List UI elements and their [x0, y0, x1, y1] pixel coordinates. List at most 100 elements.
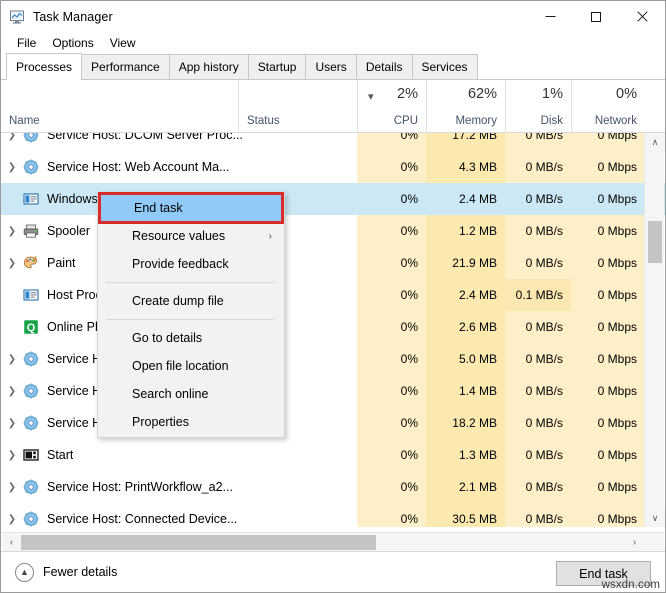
gear-icon	[23, 415, 39, 431]
palette-icon	[23, 255, 39, 271]
context-menu-item-go-to-details[interactable]: Go to details	[98, 324, 284, 352]
cell-memory: 2.4 MB	[426, 183, 505, 215]
context-menu-item-label: End task	[134, 201, 183, 215]
cell-cpu: 0%	[357, 503, 426, 527]
context-menu-item-provide-feedback[interactable]: Provide feedback	[98, 250, 284, 278]
vertical-scroll-thumb[interactable]	[648, 221, 662, 263]
tab-performance[interactable]: Performance	[81, 54, 170, 79]
cell-memory: 30.5 MB	[426, 503, 505, 527]
close-button[interactable]	[619, 1, 665, 32]
gear-icon	[23, 511, 39, 527]
menu-options[interactable]: Options	[44, 34, 101, 52]
gear-icon	[23, 159, 39, 175]
column-value-disk: 1%	[542, 86, 563, 102]
cell-network: 0 Mbps	[571, 215, 645, 247]
column-label-memory: Memory	[455, 115, 497, 127]
cell-status	[238, 151, 357, 183]
tab-services[interactable]: Services	[411, 54, 478, 79]
vertical-scrollbar[interactable]: ∧ ∨	[644, 133, 665, 527]
expand-chevron-icon[interactable]: ❯	[1, 258, 23, 269]
column-value-cpu: 2%	[397, 86, 418, 102]
process-row[interactable]: ❯ Service Host: Web Account Ma... 0% 4.3 MB…	[1, 151, 665, 183]
maximize-button[interactable]	[573, 1, 619, 32]
tab-processes[interactable]: Processes	[6, 53, 83, 80]
title-bar: Task Manager	[1, 1, 665, 32]
minimize-button[interactable]	[527, 1, 573, 32]
tab-startup[interactable]: Startup	[247, 54, 307, 79]
expand-chevron-icon[interactable]: ❯	[1, 482, 23, 493]
svg-text:Q: Q	[27, 322, 36, 334]
column-header-cpu[interactable]: ▾ 2% CPU	[357, 80, 426, 133]
context-menu-item-properties[interactable]: Properties	[98, 408, 284, 436]
cell-cpu: 0%	[357, 471, 426, 503]
cell-network: 0 Mbps	[571, 439, 645, 471]
process-name: Start	[47, 448, 74, 462]
column-header-network[interactable]: 0% Network	[571, 80, 645, 133]
scroll-left-icon[interactable]: ‹	[2, 533, 21, 551]
gear-icon	[23, 383, 39, 399]
cell-cpu: 0%	[357, 311, 426, 343]
horizontal-scroll-thumb[interactable]	[21, 535, 376, 550]
expand-chevron-icon[interactable]: ❯	[1, 162, 23, 173]
cell-status	[238, 471, 357, 503]
window-icon	[23, 191, 39, 207]
column-label-name: Name	[9, 115, 40, 127]
expand-chevron-icon[interactable]: ❯	[1, 386, 23, 397]
process-row[interactable]: ❯ Service Host: Connected Device... 0% 30.5…	[1, 503, 665, 527]
column-header-name[interactable]: Name	[1, 80, 238, 133]
context-menu-item-search-online[interactable]: Search online	[98, 380, 284, 408]
context-menu-item-end-task[interactable]: End task	[98, 192, 284, 224]
sort-chevron-down-icon: ▾	[368, 91, 374, 103]
expand-chevron-icon[interactable]: ❯	[1, 418, 23, 429]
context-menu-item-create-dump-file[interactable]: Create dump file	[98, 287, 284, 315]
column-header-status[interactable]: Status	[238, 80, 357, 133]
process-row[interactable]: ❯ Service Host: DCOM Server Proc... 0% 17.2…	[1, 133, 665, 151]
fewer-details-button[interactable]: ▲ Fewer details	[15, 562, 117, 582]
process-row[interactable]: ❯ Start 0% 1.3 MB 0 MB/s 0 Mbps	[1, 439, 665, 471]
process-row[interactable]: ❯ Service Host: PrintWorkflow_a2... 0% 2.1 …	[1, 471, 665, 503]
cell-network: 0 Mbps	[571, 311, 645, 343]
tab-details[interactable]: Details	[355, 54, 413, 79]
cell-disk: 0 MB/s	[505, 503, 571, 527]
tab-app-history[interactable]: App history	[168, 54, 249, 79]
cell-disk: 0 MB/s	[505, 183, 571, 215]
cell-memory: 2.6 MB	[426, 311, 505, 343]
cell-memory: 2.4 MB	[426, 279, 505, 311]
cell-status	[238, 503, 357, 527]
cell-network: 0 Mbps	[571, 183, 645, 215]
context-menu-item-resource-values[interactable]: Resource values ›	[98, 222, 284, 250]
context-menu-item-open-file-location[interactable]: Open file location	[98, 352, 284, 380]
cell-cpu: 0%	[357, 407, 426, 439]
gear-icon	[23, 351, 39, 367]
cell-cpu: 0%	[357, 133, 426, 151]
expand-chevron-icon[interactable]: ❯	[1, 514, 23, 525]
process-context-menu[interactable]: End task Resource values › Provide feedback…	[97, 192, 285, 438]
process-name: Spooler	[47, 224, 91, 238]
cell-cpu: 0%	[357, 151, 426, 183]
horizontal-scrollbar[interactable]: ‹ ›	[2, 532, 664, 551]
cell-disk: 0.1 MB/s	[505, 279, 571, 311]
expand-chevron-icon[interactable]: ❯	[1, 133, 23, 141]
cell-cpu: 0%	[357, 215, 426, 247]
cell-memory: 17.2 MB	[426, 133, 505, 151]
cell-cpu: 0%	[357, 247, 426, 279]
menu-file[interactable]: File	[9, 34, 44, 52]
bottom-bar: ▲ Fewer details End task wsxdn.com	[1, 551, 665, 592]
scroll-right-icon[interactable]: ›	[625, 533, 644, 551]
scroll-up-icon[interactable]: ∧	[645, 133, 665, 151]
cell-disk: 0 MB/s	[505, 215, 571, 247]
expand-chevron-icon[interactable]: ❯	[1, 450, 23, 461]
column-header-disk[interactable]: 1% Disk	[505, 80, 571, 133]
column-header-memory[interactable]: 62% Memory	[426, 80, 505, 133]
menu-view[interactable]: View	[102, 34, 144, 52]
context-menu-item-label: Go to details	[132, 331, 203, 345]
expand-chevron-icon[interactable]: ❯	[1, 226, 23, 237]
context-menu-separator	[106, 319, 274, 320]
cell-network: 0 Mbps	[571, 151, 645, 183]
scroll-down-icon[interactable]: ∨	[645, 509, 665, 527]
gear-icon	[23, 133, 39, 143]
window-title: Task Manager	[33, 9, 113, 24]
expand-chevron-icon[interactable]: ❯	[1, 354, 23, 365]
cell-cpu: 0%	[357, 343, 426, 375]
tab-users[interactable]: Users	[305, 54, 357, 79]
